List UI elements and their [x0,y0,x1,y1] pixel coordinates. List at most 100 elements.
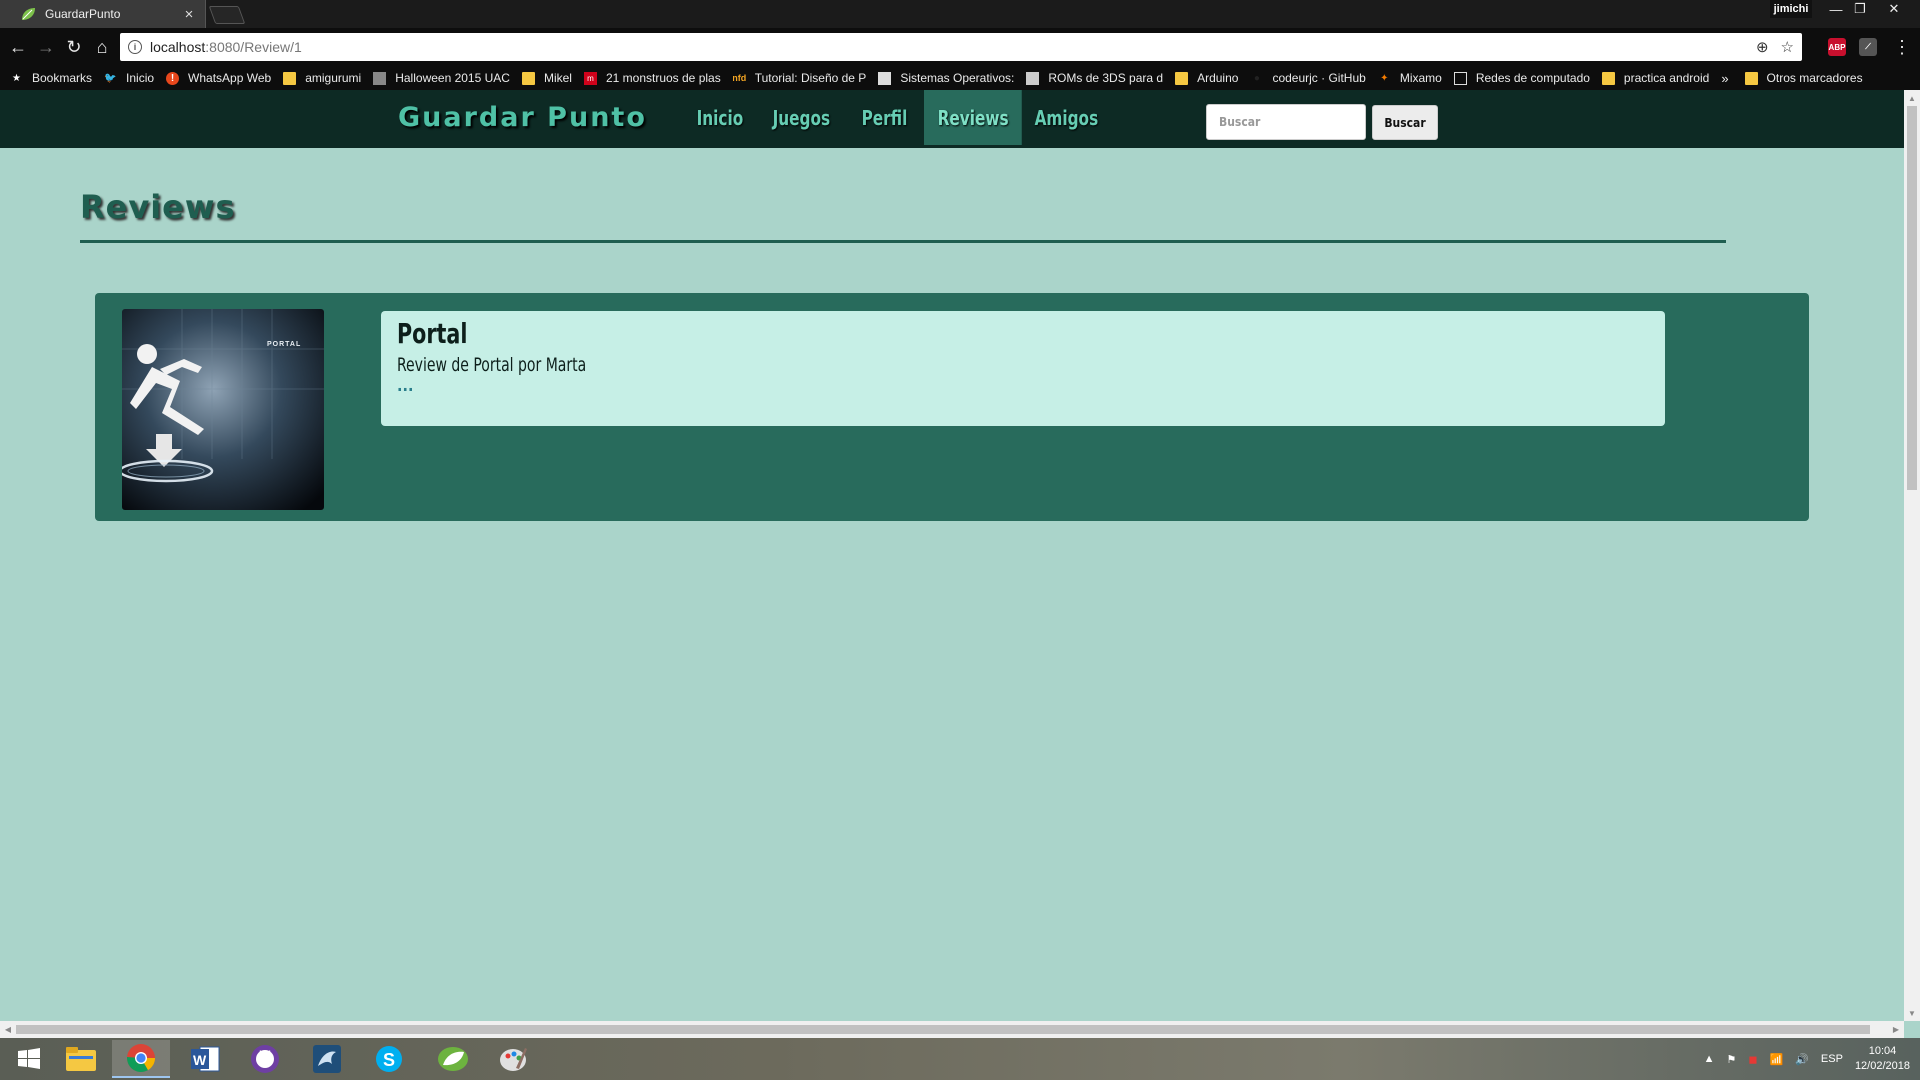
mysql-workbench-app[interactable] [298,1040,356,1078]
alert-icon: ! [166,71,180,85]
nav-link-inicio[interactable]: Inicio [683,90,757,145]
info-icon[interactable]: i [128,40,142,54]
word-app[interactable]: W [176,1040,234,1078]
review-cover-image[interactable]: PORTAL [122,309,324,510]
folder-icon [1601,71,1615,85]
url-path: :8080/Review/1 [205,39,302,55]
search-input[interactable] [1206,104,1366,140]
bookmark-item[interactable]: nfd Tutorial: Diseño de P [733,71,867,85]
svg-text:W: W [193,1052,207,1068]
adblock-icon[interactable]: ABP [1828,38,1846,56]
folder-icon [1175,71,1189,85]
system-tray: ▲ ⚑ ◼ 📶 🔊 ESP 10:04 12/02/2018 [1704,1038,1910,1080]
dolphin-icon [313,1045,341,1073]
bookmark-item[interactable]: Halloween 2015 UAC [373,71,510,85]
page-icon [373,71,387,85]
scroll-right-icon[interactable]: ▶ [1888,1021,1904,1037]
clock[interactable]: 10:04 12/02/2018 [1855,1044,1910,1074]
clock-time: 10:04 [1868,1045,1897,1057]
network-icon[interactable]: 📶 [1770,1053,1784,1066]
chrome-icon [127,1044,155,1072]
nav-link-perfil[interactable]: Perfil [848,90,921,145]
horizontal-scrollbar-thumb[interactable] [16,1025,1870,1034]
bookmark-item[interactable]: m 21 monstruos de plas [583,71,721,85]
file-explorer-app[interactable] [52,1040,110,1078]
new-tab-button[interactable] [208,6,246,24]
svg-text:S: S [383,1050,395,1070]
nav-link-reviews[interactable]: Reviews [924,90,1022,145]
bookmark-item[interactable]: Sistemas Operativos: [878,71,1014,85]
page-title: Reviews [80,188,236,226]
zoom-icon[interactable]: ⊕ [1756,38,1769,56]
clock-date: 12/02/2018 [1854,1060,1910,1072]
review-read-more-link[interactable]: ... [397,376,413,395]
bookmark-star-icon[interactable]: ☆ [1781,38,1794,56]
nav-link-juegos[interactable]: Juegos [759,90,844,145]
chrome-app[interactable] [112,1040,170,1078]
scroll-down-icon[interactable]: ▼ [1904,1005,1920,1021]
bookmark-item[interactable]: ● codeurjc · GitHub [1250,71,1366,85]
bookmarks-overflow-button[interactable]: » [1721,71,1728,86]
close-window-icon[interactable]: ✕ [1882,0,1906,18]
bookmark-item[interactable]: Mikel [521,71,572,85]
skype-icon: S [376,1046,402,1072]
bookmark-item[interactable]: ROMs de 3DS para d [1026,71,1163,85]
other-bookmarks-folder[interactable]: Otros marcadores [1744,71,1863,85]
vertical-scrollbar-thumb[interactable] [1907,106,1917,490]
language-indicator[interactable]: ESP [1821,1053,1843,1065]
pdf-extension-icon[interactable]: ⟋ [1859,38,1877,56]
site-icon: nfd [732,73,747,83]
start-button[interactable] [0,1040,58,1078]
restore-icon[interactable]: ❐ [1848,0,1872,18]
bookmark-item[interactable]: amigurumi [283,71,361,85]
antivirus-icon[interactable]: ◼ [1748,1053,1757,1066]
cover-logo-text: PORTAL [267,341,301,348]
folder-icon [66,1047,96,1071]
site-icon [1026,71,1040,85]
forward-arrow-icon[interactable]: → [34,35,58,59]
horizontal-scrollbar[interactable]: ◀ ▶ [0,1021,1904,1038]
paint-app[interactable] [484,1040,542,1078]
spring-tool-suite-app[interactable] [424,1040,482,1078]
tray-chevron-icon[interactable]: ▲ [1704,1053,1715,1065]
address-bar[interactable]: i localhost :8080/Review/1 ⊕ ☆ [120,33,1802,61]
browser-tab-bar: GuardarPunto × jimichi — ❐ ✕ [0,0,1920,28]
search-button[interactable]: Buscar [1372,105,1438,140]
menu-dots-icon[interactable]: ⋮ [1890,35,1914,59]
url-host: localhost [150,39,206,55]
github-desktop-app[interactable] [236,1040,294,1078]
browser-toolbar: ← → ↻ ⌂ i localhost :8080/Review/1 ⊕ ☆ A… [0,28,1920,66]
bookmark-item[interactable]: practica android [1601,71,1709,85]
browser-tab[interactable]: GuardarPunto × [0,0,206,28]
octocat-icon [251,1045,279,1073]
bookmark-item[interactable]: ★ Bookmarks [10,71,92,85]
volume-icon[interactable]: 🔊 [1795,1053,1809,1066]
vertical-scrollbar[interactable]: ▲ ▼ [1904,90,1920,1021]
review-title[interactable]: Portal [397,317,1424,350]
github-icon: ● [1253,72,1260,84]
leaf-favicon-icon [22,8,35,20]
bookmark-item[interactable]: Arduino [1175,71,1238,85]
bookmark-item[interactable]: ✦ Mixamo [1378,71,1442,85]
tab-title: GuardarPunto [45,7,121,21]
action-center-flag-icon[interactable]: ⚑ [1727,1053,1737,1066]
site-icon [878,71,892,85]
skype-app[interactable]: S [360,1040,418,1078]
nav-link-amigos[interactable]: Amigos [1021,90,1112,145]
bookmark-item[interactable]: ! WhatsApp Web [166,71,271,85]
home-icon[interactable]: ⌂ [90,35,114,59]
bookmark-item[interactable]: Redes de computado [1453,71,1590,85]
page-icon [1453,71,1467,85]
profile-button[interactable]: jimichi [1770,0,1812,18]
back-arrow-icon[interactable]: ← [6,35,30,59]
tab-close-icon[interactable]: × [181,6,197,23]
site-brand[interactable]: Guardar Punto [398,102,647,133]
folder-icon [1744,71,1758,85]
portal-cover-art: PORTAL [122,309,324,510]
minimize-icon[interactable]: — [1824,0,1848,18]
scroll-left-icon[interactable]: ◀ [0,1021,16,1037]
reload-icon[interactable]: ↻ [62,35,86,59]
bookmarks-bar: ★ Bookmarks 🐦 Inicio ! WhatsApp Web amiguru… [0,66,1920,90]
bookmark-item[interactable]: 🐦 Inicio [104,71,154,85]
scroll-up-icon[interactable]: ▲ [1904,90,1920,106]
